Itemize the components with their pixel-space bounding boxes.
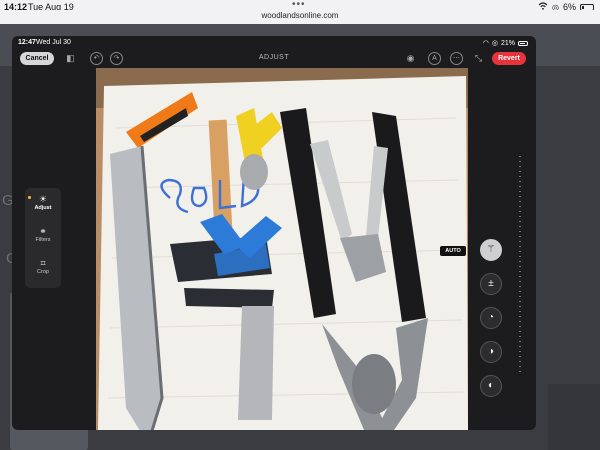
cancel-button[interactable]: Cancel <box>20 52 54 65</box>
editor-status-bar: 12:47 Wed Jul 30 ◠ ◎ 21% <box>12 36 536 50</box>
url-text: woodlandsonline.com <box>261 11 339 20</box>
brilliance-icon[interactable]: ◔ <box>480 307 502 329</box>
collapse-arrows-icon[interactable]: ⤡ <box>472 52 485 65</box>
rail-item-crop[interactable]: ⌗ Crop <box>25 258 61 275</box>
editor-status-right: ◠ ◎ 21% <box>483 39 528 47</box>
more-dots-icon[interactable]: ••• <box>292 0 306 10</box>
auto-badge: AUTO <box>440 246 466 256</box>
editor-status-date: Wed Jul 30 <box>36 39 71 46</box>
background-panel <box>548 384 600 450</box>
undo-icon[interactable]: ↶ <box>90 52 103 65</box>
filters-icon: ⚭ <box>39 226 47 236</box>
toolbar-title: ADJUST <box>258 54 290 61</box>
revert-button[interactable]: Revert <box>492 52 526 65</box>
rail-item-adjust[interactable]: ☀ Adjust <box>25 194 61 211</box>
url-bar[interactable]: woodlandsonline.com <box>0 10 600 24</box>
visibility-eye-icon[interactable]: ◉ <box>404 52 417 65</box>
adjust-slider[interactable] <box>519 156 521 376</box>
highlights-icon[interactable]: ◑ <box>480 341 502 363</box>
editor-status-time: 12:47 <box>18 39 36 46</box>
photo-image <box>96 68 468 430</box>
location-icon: ◎ <box>491 40 498 47</box>
more-options-icon[interactable]: ⋯ <box>450 52 463 65</box>
crop-icon: ⌗ <box>40 258 46 268</box>
wifi-icon: ◠ <box>482 40 489 47</box>
magic-wand-icon[interactable]: ⚚ <box>480 239 502 261</box>
rail-item-label: Filters <box>35 237 51 243</box>
photo-canvas[interactable] <box>96 68 468 430</box>
edit-mode-rail: ☀ Adjust ⚭ Filters ⌗ Crop <box>25 188 61 288</box>
markup-pen-icon[interactable]: A <box>428 52 441 65</box>
redo-icon[interactable]: ↷ <box>110 52 123 65</box>
rail-item-label: Adjust <box>34 205 52 211</box>
adjust-icon: ☀ <box>38 194 48 204</box>
editor-battery-percent: 21% <box>500 39 515 47</box>
photo-editor: 12:47 Wed Jul 30 ◠ ◎ 21% Cancel ◧ ↶ ↷ AD… <box>12 36 536 430</box>
rail-item-label: Crop <box>37 269 49 275</box>
shadows-icon[interactable]: ◐ <box>480 375 502 397</box>
editor-toolbar: Cancel ◧ ↶ ↷ ADJUST ◉ A ⋯ ⤡ Revert <box>12 50 536 68</box>
exposure-icon[interactable]: ± <box>480 273 502 295</box>
compare-icon[interactable]: ◧ <box>64 52 77 65</box>
battery-icon <box>518 40 528 46</box>
rail-item-filters[interactable]: ⚭ Filters <box>25 226 61 243</box>
